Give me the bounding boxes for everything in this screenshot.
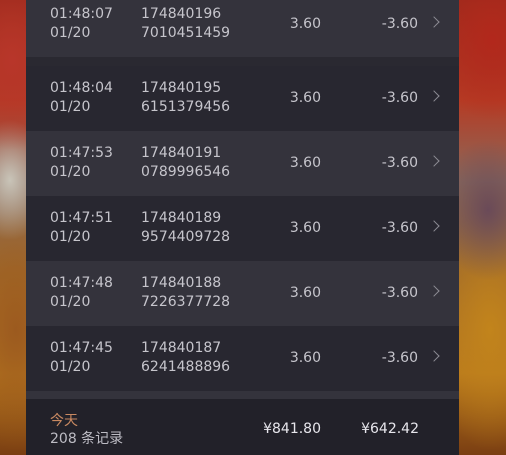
chevron-right-icon[interactable]	[428, 350, 440, 362]
record-time: 01:47:51 01/20	[50, 210, 113, 245]
record-count: 208 条记录	[50, 431, 124, 447]
record-order-number: 174840189 9574409728	[141, 210, 231, 245]
chevron-right-icon[interactable]	[428, 285, 440, 297]
record-change: -3.60	[381, 16, 418, 32]
record-amount: 3.60	[289, 285, 321, 301]
record-change: -3.60	[381, 90, 418, 106]
record-time: 01:48:04 01/20	[50, 80, 113, 115]
record-change: -3.60	[381, 155, 418, 171]
record-time: 01:47:45 01/20	[50, 340, 113, 375]
net-amount: ¥642.42	[361, 421, 419, 437]
record-change: -3.60	[381, 285, 418, 301]
chevron-right-icon[interactable]	[428, 220, 440, 232]
record-time: 01:47:48 01/20	[50, 275, 113, 310]
record-row[interactable]: 01:48:07 01/20 174840196 7010451459 3.60 -…	[26, 0, 459, 57]
record-row[interactable]: 01:47:45 01/20 174840187 6241488896 3.60 -…	[26, 326, 459, 391]
record-row[interactable]: 01:47:53 01/20 174840191 0789996546 3.60 -…	[26, 131, 459, 196]
record-order-number: 174840195 6151379456	[141, 80, 231, 115]
record-time: 01:47:53 01/20	[50, 145, 113, 180]
today-label: 今天	[50, 413, 78, 429]
record-amount: 3.60	[289, 350, 321, 366]
total-amount: ¥841.80	[263, 421, 321, 437]
chevron-right-icon[interactable]	[428, 90, 440, 102]
chevron-right-icon[interactable]	[428, 16, 440, 28]
record-amount: 3.60	[289, 155, 321, 171]
record-time: 01:48:07 01/20	[50, 6, 113, 41]
record-order-number: 174840196 7010451459	[141, 6, 231, 41]
record-amount: 3.60	[289, 220, 321, 236]
record-amount: 3.60	[289, 16, 321, 32]
record-row[interactable]: 01:47:51 01/20 174840189 9574409728 3.60 -…	[26, 196, 459, 261]
record-row[interactable]: 01:48:04 01/20 174840195 6151379456 3.60 -…	[26, 66, 459, 131]
record-change: -3.60	[381, 350, 418, 366]
chevron-right-icon[interactable]	[428, 155, 440, 167]
records-panel: 01:48:07 01/20 174840196 7010451459 3.60 -…	[26, 0, 459, 455]
record-order-number: 174840187 6241488896	[141, 340, 231, 375]
record-row[interactable]: 01:47:48 01/20 174840188 7226377728 3.60 -…	[26, 261, 459, 326]
record-amount: 3.60	[289, 90, 321, 106]
record-order-number: 174840188 7226377728	[141, 275, 231, 310]
record-change: -3.60	[381, 220, 418, 236]
summary-footer: 今天 208 条记录 ¥841.80 ¥642.42	[26, 399, 459, 455]
record-order-number: 174840191 0789996546	[141, 145, 231, 180]
